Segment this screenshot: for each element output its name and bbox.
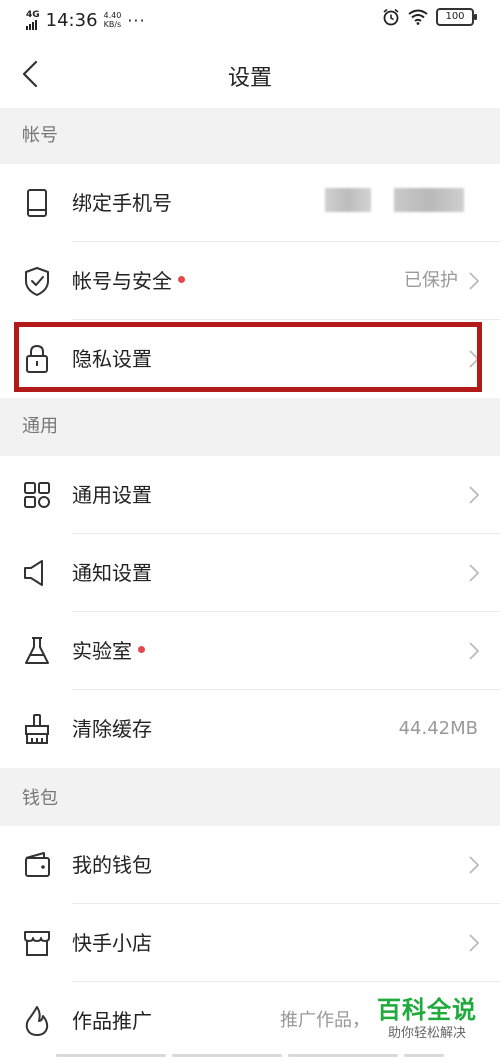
alarm-icon: [383, 8, 399, 26]
flame-icon: [25, 1006, 49, 1036]
battery-icon: 100: [436, 8, 477, 26]
chevron-right-icon: [469, 272, 480, 290]
signal-bars-icon: [26, 19, 37, 30]
network-speed-unit: KB/s: [103, 20, 122, 29]
signal-indicator: 4G: [26, 9, 40, 30]
network-type: 4G: [26, 9, 40, 20]
my-wallet-label: 我的钱包: [72, 853, 152, 877]
phone-icon: [27, 189, 47, 217]
notification-settings-row[interactable]: 通知设置: [0, 534, 500, 612]
new-badge-dot: [138, 646, 145, 653]
lab-text: 实验室: [72, 639, 132, 663]
network-speed-value: 4.40: [103, 11, 122, 20]
general-settings-row[interactable]: 通用设置: [0, 456, 500, 534]
wifi-icon: [408, 9, 428, 25]
privacy-settings-label: 隐私设置: [72, 347, 152, 371]
chevron-right-icon: [469, 642, 480, 660]
account-security-label: 帐号与安全: [72, 266, 185, 296]
status-bar: 4G 14:36 4.40 KB/s ··· 100: [0, 0, 500, 40]
section-header-account: 帐号: [0, 108, 500, 164]
watermark-subtitle: 助你轻松解决: [387, 1026, 466, 1041]
network-speed: 4.40 KB/s: [104, 11, 122, 29]
lab-label: 实验室: [72, 636, 145, 666]
more-notifications-icon: ···: [127, 10, 146, 30]
section-header-general: 通用: [0, 398, 500, 456]
page-title: 设置: [227, 66, 272, 91]
account-security-row[interactable]: 帐号与安全 已保护: [0, 242, 500, 320]
account-security-text: 帐号与安全: [72, 269, 172, 293]
section-header-wallet: 钱包: [0, 768, 500, 826]
general-settings-label: 通用设置: [72, 483, 152, 507]
wallet-icon: [25, 852, 50, 877]
lab-row[interactable]: 实验室: [0, 612, 500, 690]
clear-cache-label: 清除缓存: [72, 717, 152, 741]
grid-icon: [24, 482, 50, 508]
promotion-hint: 推广作品，: [280, 1010, 370, 1031]
cache-size-value: 44.42MB: [398, 718, 478, 739]
kuaishou-store-row[interactable]: 快手小店: [0, 904, 500, 982]
store-icon: [24, 931, 50, 956]
watermark: 百科全说 助你轻松解决: [368, 995, 486, 1043]
phone-number-masked: [325, 188, 371, 212]
shield-check-icon: [25, 267, 49, 296]
notification-settings-label: 通知设置: [72, 561, 152, 585]
bind-phone-row[interactable]: 绑定手机号: [0, 164, 500, 242]
my-wallet-row[interactable]: 我的钱包: [0, 826, 500, 904]
bottom-scroll-indicator: [0, 1051, 500, 1057]
kuaishou-store-label: 快手小店: [72, 931, 152, 955]
chevron-right-icon: [469, 856, 480, 874]
flask-icon: [25, 637, 49, 664]
watermark-title: 百科全说: [377, 996, 477, 1024]
speaker-icon: [24, 560, 43, 586]
status-time: 14:36: [45, 9, 98, 31]
chevron-right-icon: [469, 564, 480, 582]
new-badge-dot: [178, 276, 185, 283]
chevron-right-icon: [469, 486, 480, 504]
promotion-label: 作品推广: [72, 1009, 152, 1033]
phone-number-masked-2: [394, 188, 464, 212]
broom-icon: [25, 714, 49, 744]
title-bar: 设置: [0, 40, 500, 108]
chevron-right-icon: [469, 350, 480, 368]
account-security-status: 已保护: [404, 270, 458, 291]
bind-phone-label: 绑定手机号: [72, 191, 172, 215]
chevron-right-icon: [469, 934, 480, 952]
privacy-settings-row[interactable]: 隐私设置: [0, 320, 500, 398]
lock-icon: [26, 344, 48, 373]
clear-cache-row[interactable]: 清除缓存 44.42MB: [0, 690, 500, 768]
